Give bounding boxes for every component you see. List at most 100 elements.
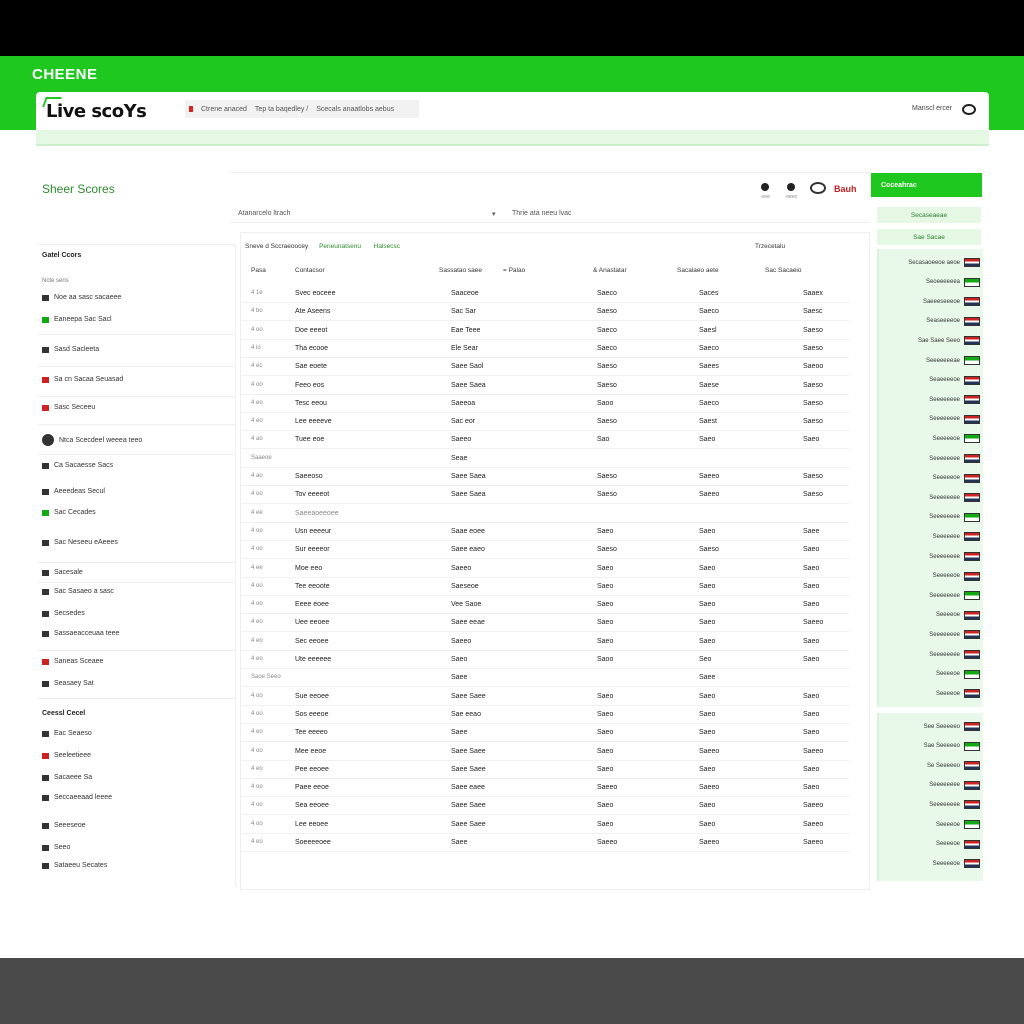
sidebar-item[interactable]: Eac Seaeso [42,730,232,737]
sidebar-item[interactable]: Aeeedeas Secul [42,488,232,495]
right-list-item[interactable]: Seeeeoe [879,684,983,703]
filter-input[interactable]: Thrie ata neeu lvac [512,210,572,217]
table-row[interactable]: 4 oo Sue eeoee Saee Saee Saeo Saeo Saeo [241,688,849,706]
right-list-item[interactable]: Seeeeoe [879,665,983,684]
table-row[interactable]: 4 eo Soeeeeoee Saee Saeeo Saeeo Saeeo [241,834,849,852]
right-list-item[interactable]: Seeeeeee [879,527,983,546]
top-link[interactable]: Scecals anaatlobs aebus [316,106,394,113]
right-list-item[interactable]: Seaeeeeoe [879,371,983,390]
right-list-item[interactable]: Seeeeoe [879,835,983,854]
right-list-item[interactable]: Seeeeeoe [879,429,983,448]
table-row[interactable]: 4 eo Pee eeoee Saee Saee Saeo Saeo Saeo [241,761,849,779]
right-list-item[interactable]: Sae Saee Seeo [879,331,983,350]
sidebar-item[interactable]: Sac Cecades [42,509,232,516]
right-panel-button[interactable]: Secaseaeae [877,207,981,223]
table-row[interactable]: 4 1e Svec eoceee Saaceoe Saeco Saces Saaex [241,285,849,303]
sidebar-item[interactable]: Seasaey Sat [42,680,232,687]
primary-cta-button[interactable]: Coceahrac [871,173,982,197]
site-logo[interactable]: Live scoYs [46,101,147,122]
table-row[interactable]: 4 oo Mee eeoe Saee Saee Saeo Saeeo Saeeo [241,743,849,761]
brand-icon[interactable] [810,182,826,194]
sidebar-item[interactable]: Sasc Seceeu [42,404,232,411]
tab[interactable]: Halsecsc [374,243,400,250]
right-list-item[interactable]: Seeeeeeee [879,547,983,566]
table-row[interactable]: 4 eo Tee eeeeo Saee Saeo Saeo Saeo [241,724,849,743]
table-row[interactable]: 4 eo Lee eeeeve Sac eor Saeso Saest Saeso [241,413,849,432]
tab[interactable]: Sneve d Sccraeoocey [245,243,308,250]
filter-select[interactable]: Atanarcelo ltrach [230,210,492,217]
column-header[interactable]: Pasa [251,267,266,274]
right-list-item[interactable]: Seeeeeeee [879,776,983,795]
table-row[interactable]: 4 oo Lee eeoee Saee Saee Saeo Saeo Saeeo [241,816,849,834]
table-tab-right[interactable]: Trzecetalu [755,243,785,250]
right-list-item[interactable]: Seeeeeeee [879,390,983,409]
sidebar-item[interactable]: Sacesale [42,569,232,576]
right-list-item[interactable]: Seeeeeoe [879,854,983,873]
right-panel-button[interactable]: Sae Sacae [877,229,981,245]
table-row[interactable]: 4 oo Tee eeoote Saeseoe Saeo Saeo Saeo [241,578,849,596]
table-row[interactable]: 4 oo Usn eeeeur Saae eoee Saeo Saeo Saee [241,523,849,541]
right-list-item[interactable]: Seeeeeeee [879,795,983,814]
account-label[interactable]: Manscl ercer [912,105,952,112]
table-row[interactable]: 4 ee Moe eeo Saeeo Saeo Saeo Saeo [241,560,849,578]
right-list-item[interactable]: Seeeeeeee [879,586,983,605]
right-list-item[interactable]: Seeeeeeee [879,488,983,507]
table-row[interactable]: 4 oo Eeee eoee Vee Saoe Saeo Saeo Saeo [241,596,849,615]
sidebar-item[interactable]: Seeo [42,844,232,851]
table-section-row[interactable]: Saaeoe Seae [241,450,849,468]
table-row[interactable]: 4 eo Uee eeoee Saee eeae Saeo Saeo Saeeo [241,614,849,633]
table-row[interactable]: 4 ao Tuee eoe Saeeo Sao Saeo Saeo [241,431,849,450]
sidebar-item[interactable]: Noe aa sasc sacaeee [42,294,232,301]
right-list-item[interactable]: Seeeeeeee [879,449,983,468]
table-row[interactable]: 4 oo Doe eeeot Eae Teee Saeco Saesl Saeso [241,322,849,340]
right-list-item[interactable]: Seeeeeeee [879,508,983,527]
sidebar-item[interactable]: Sassaeacceuaa teee [42,630,232,637]
table-row[interactable]: 4 ao Saeeoso Saee Saea Saeso Saeeo Saeso [241,468,849,486]
table-section-row[interactable]: Saoe Seeo Saee Saee [241,669,849,688]
right-list-item[interactable]: Seeeeeeeae [879,351,983,370]
column-header[interactable]: Sassatao saee [439,267,482,274]
right-list-item[interactable]: Seaseeeeoe [879,312,983,331]
view-toggle-button[interactable]: -neec [784,180,798,200]
column-header[interactable]: Sac Sacaeio [765,267,802,274]
right-list-item[interactable]: Se Seeeeeo [879,756,983,775]
table-row[interactable]: 4 io Tha ecooe Ele Sear Saeco Saeco Saeso [241,340,849,358]
sidebar-item[interactable]: Ntca Scecdeel weeea teeo [42,434,232,446]
sidebar-item[interactable]: Sasd Sacleeta [42,346,232,353]
view-toggle-button[interactable]: -cee [758,180,772,200]
sidebar-item[interactable]: Sa cn Sacaa Seuasad [42,376,232,383]
right-list-item[interactable]: See Seeeeeo [879,717,983,736]
chevron-down-icon[interactable]: ▾ [492,210,512,218]
sidebar-item[interactable]: Sac Neseeu eAeees [42,539,232,546]
table-row[interactable]: 4 eo Ute eeeeee Saeo Saoo Seo Saeo [241,651,849,669]
right-list-item[interactable]: Seeeeoe [879,606,983,625]
column-header[interactable]: Contacsor [295,267,325,274]
top-link[interactable]: Tep ta baqedley / [255,106,308,113]
table-row[interactable]: 4 eo Sec eeoee Saeeo Saeo Saeo Saeo [241,633,849,651]
sidebar-item[interactable]: Sacaeee Sa [42,774,232,781]
sidebar-item[interactable]: Seeeseoe [42,822,232,829]
right-list-item[interactable]: Seeeeoe [879,815,983,834]
right-list-item[interactable]: Seeeeeoe [879,567,983,586]
tab[interactable]: Peneunatsenu [319,243,361,250]
column-header[interactable]: & Anastatar [593,267,627,274]
table-row[interactable]: 4 oo Paee eeoe Saee eaee Saeeo Saeeo Saeo [241,779,849,798]
right-list-item[interactable]: Seeeeeeee [879,645,983,664]
right-list-item[interactable]: Saeeeseeeoe [879,292,983,311]
right-list-item[interactable]: Secasaoeeoe aeoe [879,253,983,272]
sidebar-item[interactable]: Sac Sasaeo a sasc [42,588,232,595]
top-link[interactable]: Ctrene anaced [201,106,247,113]
right-list-item[interactable]: Seoeeeeeea [879,273,983,292]
table-row[interactable]: 4 bo Ate Aseens Sac Sar Saeso Saeco Saesc [241,303,849,322]
sidebar-item[interactable]: Seeleetieee [42,752,232,759]
column-header[interactable]: Sacalaeo aete [677,267,719,274]
table-row[interactable]: 4 ec Sae eoete Saee Saol Saeso Saees Saeoo [241,358,849,377]
table-row[interactable]: 4 oo Tov eeeeot Saee Saea Saeso Saeeo Saeso [241,486,849,505]
brand-label[interactable]: Bauh [834,184,857,194]
right-list-item[interactable]: Sae Seeeeeo [879,737,983,756]
sidebar-item[interactable]: Seccaeeaad leeee [42,794,232,801]
column-header[interactable]: = Palao [503,267,525,274]
sidebar-item[interactable]: Ca Sacaesse Sacs [42,462,232,469]
right-list-item[interactable]: Seeeeeoe [879,469,983,488]
sidebar-item[interactable]: Saneas Sceaee [42,658,232,665]
